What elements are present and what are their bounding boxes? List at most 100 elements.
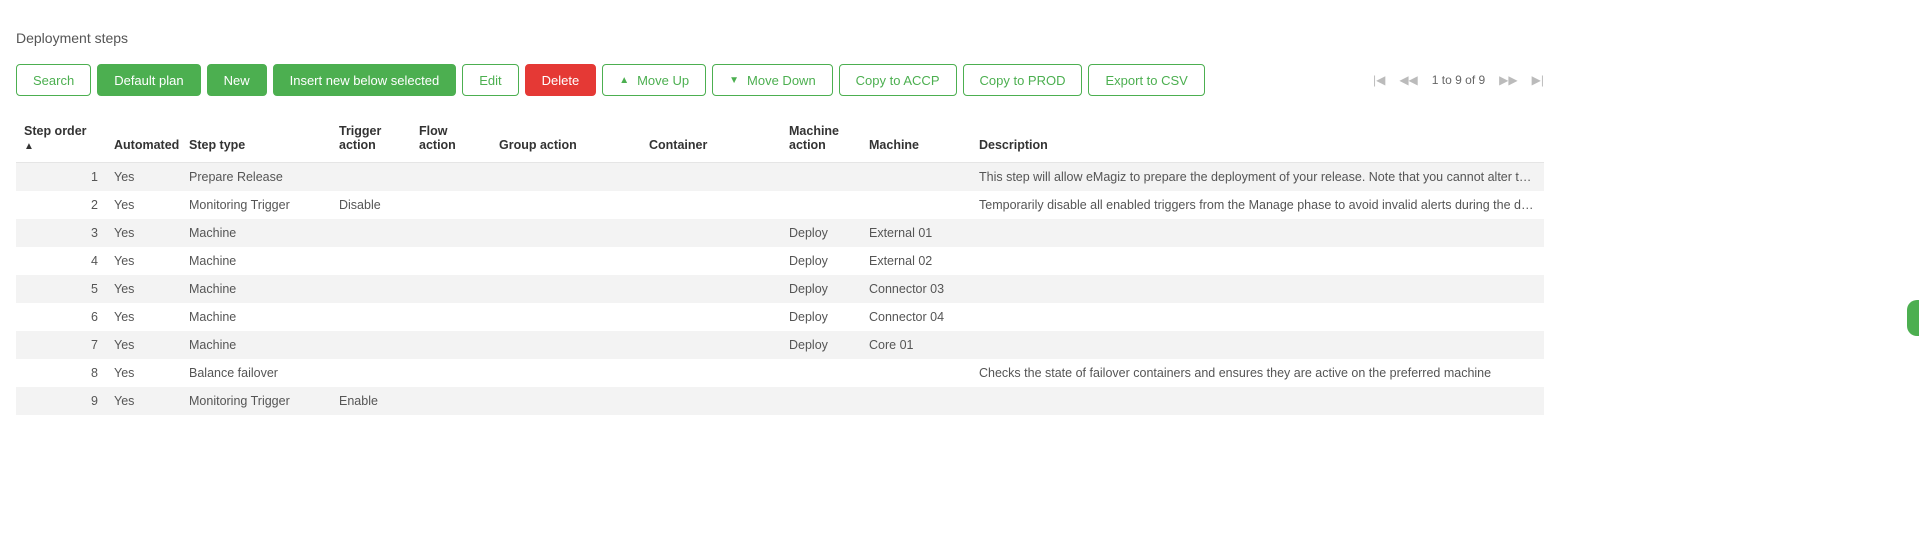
col-trigger-action[interactable]: Trigger action <box>331 116 411 163</box>
cell-trigger_action <box>331 331 411 359</box>
cell-automated: Yes <box>106 275 181 303</box>
page-next-icon[interactable]: ▶▶ <box>1499 73 1517 87</box>
cell-trigger_action <box>331 163 411 192</box>
cell-machine <box>861 191 971 219</box>
edit-button[interactable]: Edit <box>462 64 518 96</box>
cell-group_action <box>491 331 641 359</box>
cell-description: Checks the state of failover containers … <box>971 359 1544 387</box>
cell-group_action <box>491 359 641 387</box>
search-button[interactable]: Search <box>16 64 91 96</box>
move-up-label: Move Up <box>637 73 689 88</box>
cell-machine_action <box>781 387 861 415</box>
steps-table: Step order Automated Step type Trigger a… <box>16 116 1544 415</box>
cell-machine: External 02 <box>861 247 971 275</box>
cell-automated: Yes <box>106 303 181 331</box>
table-row[interactable]: 4YesMachineDeployExternal 02 <box>16 247 1544 275</box>
export-csv-button[interactable]: Export to CSV <box>1088 64 1204 96</box>
cell-step_order: 8 <box>16 359 106 387</box>
cell-step_type: Machine <box>181 275 331 303</box>
col-container[interactable]: Container <box>641 116 781 163</box>
cell-machine: Connector 04 <box>861 303 971 331</box>
col-machine[interactable]: Machine <box>861 116 971 163</box>
col-automated[interactable]: Automated <box>106 116 181 163</box>
cell-container <box>641 275 781 303</box>
cell-container <box>641 219 781 247</box>
cell-automated: Yes <box>106 387 181 415</box>
page-last-icon[interactable]: ▶| <box>1532 73 1544 87</box>
cell-machine: Connector 03 <box>861 275 971 303</box>
table-row[interactable]: 7YesMachineDeployCore 01 <box>16 331 1544 359</box>
pager: |◀ ◀◀ 1 to 9 of 9 ▶▶ ▶| <box>1373 73 1544 87</box>
cell-machine_action: Deploy <box>781 303 861 331</box>
table-row[interactable]: 6YesMachineDeployConnector 04 <box>16 303 1544 331</box>
cell-group_action <box>491 163 641 192</box>
move-down-button[interactable]: ▼ Move Down <box>712 64 833 96</box>
col-group-action[interactable]: Group action <box>491 116 641 163</box>
table-row[interactable]: 2YesMonitoring TriggerDisableTemporarily… <box>16 191 1544 219</box>
cell-machine_action: Deploy <box>781 331 861 359</box>
cell-flow_action <box>411 359 491 387</box>
chevron-down-icon: ▼ <box>729 75 739 86</box>
cell-container <box>641 303 781 331</box>
cell-description <box>971 331 1544 359</box>
table-row[interactable]: 9YesMonitoring TriggerEnable <box>16 387 1544 415</box>
cell-machine_action: Deploy <box>781 247 861 275</box>
page-title: Deployment steps <box>16 30 1544 46</box>
cell-machine <box>861 359 971 387</box>
copy-accp-button[interactable]: Copy to ACCP <box>839 64 957 96</box>
col-machine-action[interactable]: Machine action <box>781 116 861 163</box>
cell-step_order: 3 <box>16 219 106 247</box>
cell-automated: Yes <box>106 331 181 359</box>
cell-machine <box>861 163 971 192</box>
cell-group_action <box>491 387 641 415</box>
new-button[interactable]: New <box>207 64 267 96</box>
cell-description <box>971 219 1544 247</box>
chevron-up-icon: ▲ <box>619 75 629 86</box>
move-up-button[interactable]: ▲ Move Up <box>602 64 706 96</box>
col-step-type[interactable]: Step type <box>181 116 331 163</box>
page-first-icon[interactable]: |◀ <box>1373 73 1385 87</box>
table-row[interactable]: 5YesMachineDeployConnector 03 <box>16 275 1544 303</box>
cell-trigger_action <box>331 275 411 303</box>
table-row[interactable]: 3YesMachineDeployExternal 01 <box>16 219 1544 247</box>
cell-step_type: Machine <box>181 219 331 247</box>
col-step-order[interactable]: Step order <box>16 116 106 163</box>
cell-container <box>641 163 781 192</box>
cell-trigger_action <box>331 219 411 247</box>
col-description[interactable]: Description <box>971 116 1544 163</box>
side-handle-icon[interactable] <box>1907 300 1919 336</box>
table-row[interactable]: 1YesPrepare ReleaseThis step will allow … <box>16 163 1544 192</box>
cell-flow_action <box>411 331 491 359</box>
cell-group_action <box>491 219 641 247</box>
cell-container <box>641 359 781 387</box>
cell-description: This step will allow eMagiz to prepare t… <box>971 163 1544 192</box>
cell-container <box>641 191 781 219</box>
move-down-label: Move Down <box>747 73 816 88</box>
page-prev-icon[interactable]: ◀◀ <box>1399 73 1417 87</box>
cell-step_order: 5 <box>16 275 106 303</box>
table-row[interactable]: 8YesBalance failoverChecks the state of … <box>16 359 1544 387</box>
cell-flow_action <box>411 191 491 219</box>
col-flow-action[interactable]: Flow action <box>411 116 491 163</box>
cell-machine_action <box>781 191 861 219</box>
delete-button[interactable]: Delete <box>525 64 597 96</box>
cell-description <box>971 387 1544 415</box>
cell-flow_action <box>411 247 491 275</box>
cell-flow_action <box>411 219 491 247</box>
cell-machine_action: Deploy <box>781 219 861 247</box>
cell-step_type: Machine <box>181 247 331 275</box>
cell-machine_action <box>781 163 861 192</box>
insert-below-button[interactable]: Insert new below selected <box>273 64 457 96</box>
cell-machine: External 01 <box>861 219 971 247</box>
cell-trigger_action <box>331 303 411 331</box>
default-plan-button[interactable]: Default plan <box>97 64 200 96</box>
cell-description: Temporarily disable all enabled triggers… <box>971 191 1544 219</box>
cell-group_action <box>491 247 641 275</box>
cell-container <box>641 247 781 275</box>
cell-step_type: Balance failover <box>181 359 331 387</box>
cell-flow_action <box>411 275 491 303</box>
cell-group_action <box>491 303 641 331</box>
copy-prod-button[interactable]: Copy to PROD <box>963 64 1083 96</box>
cell-group_action <box>491 191 641 219</box>
cell-step_type: Machine <box>181 303 331 331</box>
